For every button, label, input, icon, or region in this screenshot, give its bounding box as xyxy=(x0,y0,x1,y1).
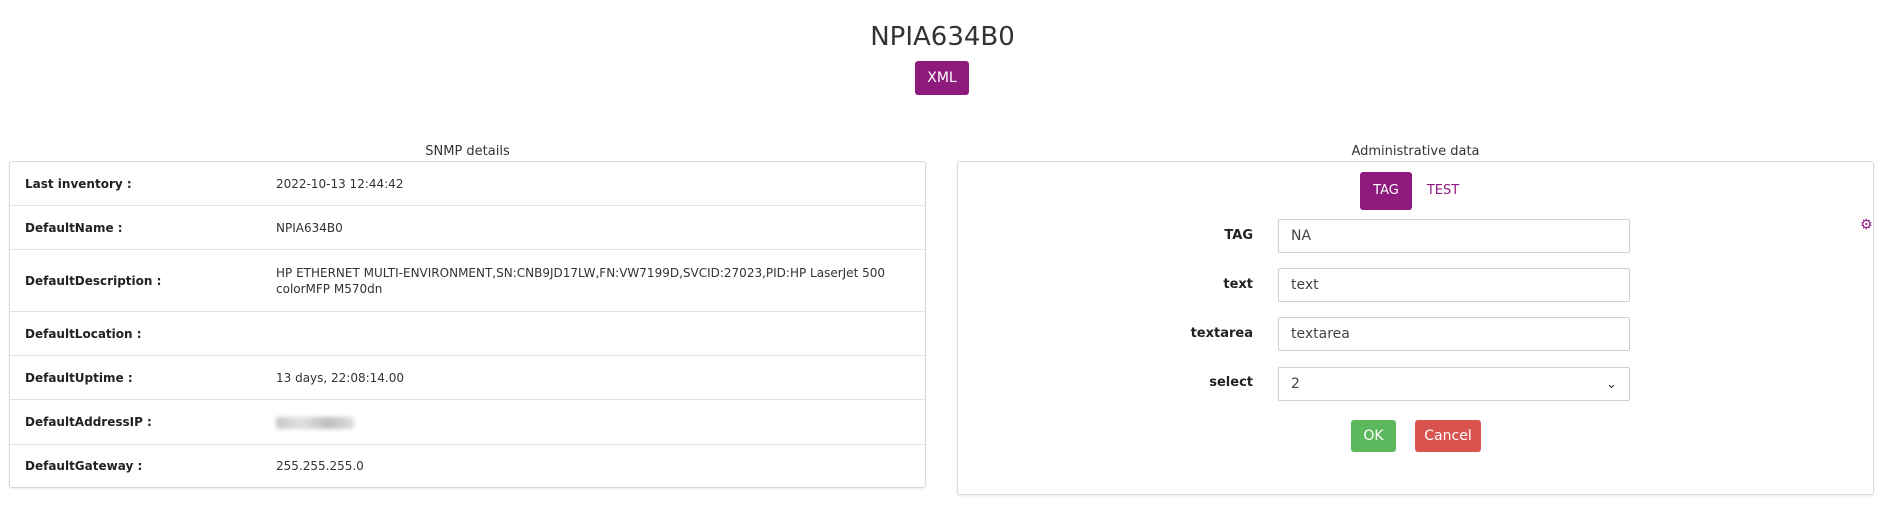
snmp-value: HP ETHERNET MULTI-ENVIRONMENT,SN:CNB9JD1… xyxy=(276,265,885,296)
text-input[interactable]: text xyxy=(1278,268,1630,302)
tab-test[interactable]: TEST xyxy=(1424,172,1462,210)
snmp-row-default-gateway: DefaultGateway : 255.255.255.0 xyxy=(10,445,925,487)
snmp-label: DefaultLocation : xyxy=(25,326,142,341)
snmp-value: NPIA634B0 xyxy=(276,220,343,235)
tab-tag[interactable]: TAG xyxy=(1360,172,1412,210)
snmp-value: 2022-10-13 12:44:42 xyxy=(276,176,404,191)
select-label: select xyxy=(1209,375,1253,390)
cancel-button[interactable]: Cancel xyxy=(1415,420,1481,452)
snmp-label: DefaultDescription : xyxy=(25,273,162,288)
snmp-details-panel: Last inventory : 2022-10-13 12:44:42 Def… xyxy=(9,161,926,488)
select-value: 2 xyxy=(1291,376,1300,392)
snmp-label: DefaultAddressIP : xyxy=(25,415,152,429)
select-dropdown[interactable]: 2 ⌄ xyxy=(1278,367,1630,401)
page-title: NPIA634B0 xyxy=(870,22,1015,52)
snmp-row-last-inventory: Last inventory : 2022-10-13 12:44:42 xyxy=(10,162,925,206)
snmp-label: Last inventory : xyxy=(25,176,132,191)
administrative-data-panel: TAG TEST ⚙ TAG NA text text textarea tex… xyxy=(957,161,1874,495)
admin-section-title: Administrative data xyxy=(1351,144,1480,159)
snmp-label: DefaultGateway : xyxy=(25,459,143,473)
xml-button[interactable]: XML xyxy=(915,61,969,95)
snmp-row-default-address-ip: DefaultAddressIP : xyxy=(10,400,925,445)
snmp-value: 13 days, 22:08:14.00 xyxy=(276,370,405,385)
ok-button[interactable]: OK xyxy=(1351,420,1396,452)
snmp-label: DefaultName : xyxy=(25,220,123,235)
snmp-value-redacted xyxy=(276,414,925,430)
tag-input[interactable]: NA xyxy=(1278,219,1630,253)
textarea-label: textarea xyxy=(1190,326,1253,341)
textarea-input[interactable]: textarea xyxy=(1278,317,1630,351)
chevron-down-icon: ⌄ xyxy=(1606,376,1617,392)
snmp-section-title: SNMP details xyxy=(425,144,510,159)
tag-label: TAG xyxy=(1224,228,1253,243)
snmp-row-default-description: DefaultDescription : HP ETHERNET MULTI-E… xyxy=(10,250,925,312)
redacted-ip xyxy=(276,416,354,429)
snmp-row-default-name: DefaultName : NPIA634B0 xyxy=(10,206,925,250)
snmp-value: 255.255.255.0 xyxy=(276,459,364,473)
snmp-row-default-uptime: DefaultUptime : 13 days, 22:08:14.00 xyxy=(10,356,925,400)
page: NPIA634B0 XML SNMP details Last inventor… xyxy=(0,0,1885,511)
text-label: text xyxy=(1223,277,1253,292)
gear-icon[interactable]: ⚙ xyxy=(1860,217,1873,233)
snmp-label: DefaultUptime : xyxy=(25,370,133,385)
snmp-row-default-location: DefaultLocation : xyxy=(10,312,925,356)
